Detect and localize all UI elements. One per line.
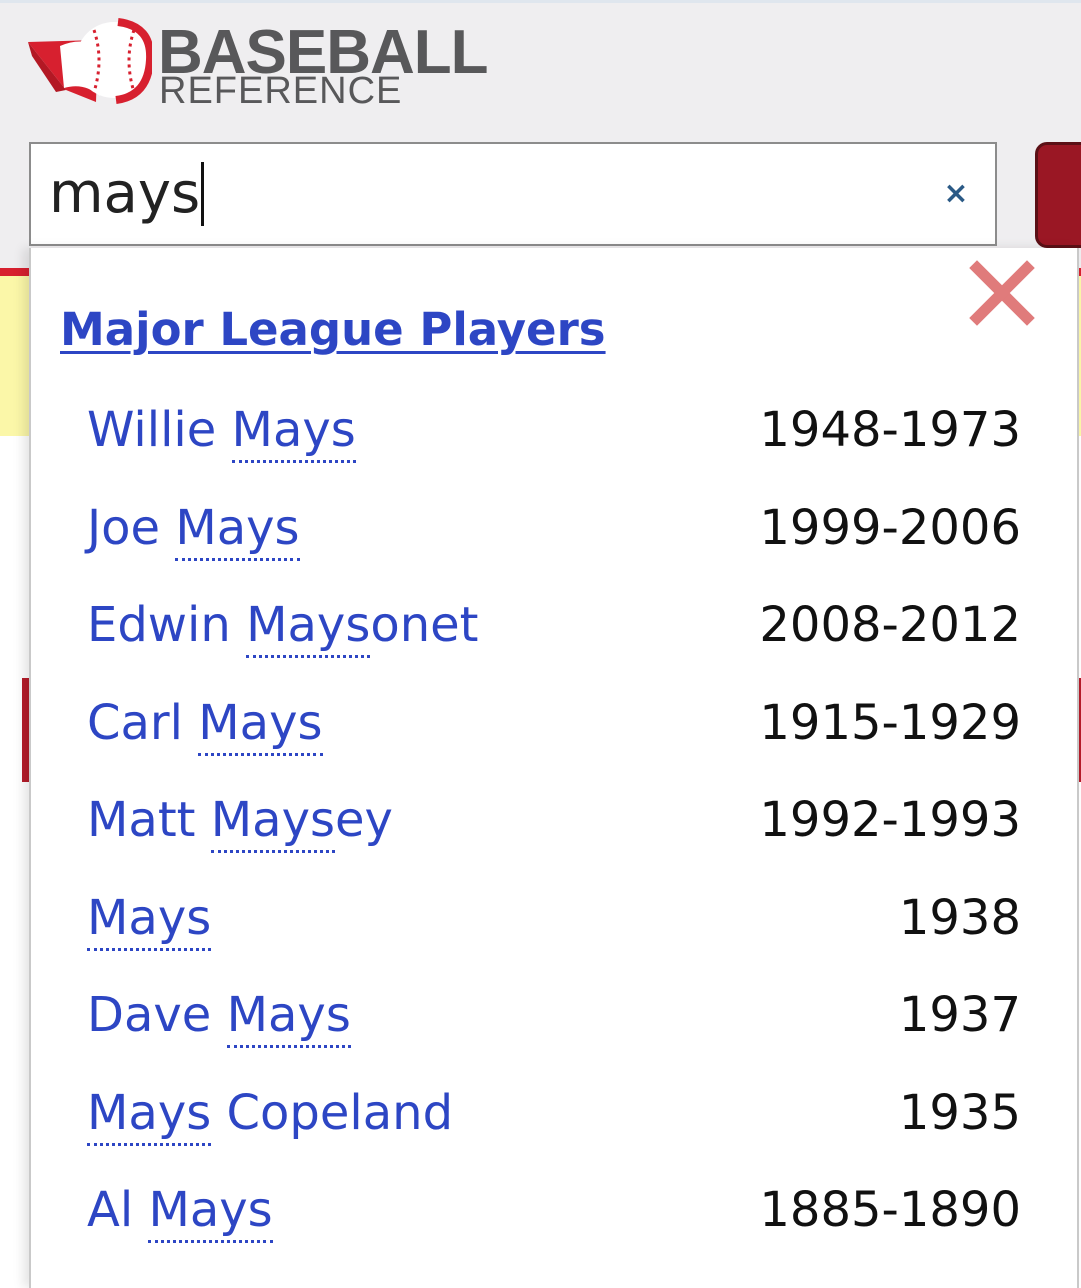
search-input[interactable]: mays × (29, 142, 997, 246)
name-prefix: Carl (87, 694, 199, 751)
search-input-text: mays (49, 161, 205, 226)
player-result-row[interactable]: Mays 1938 (31, 870, 1077, 968)
player-result-row[interactable]: Joe Mays 1999-2006 (31, 480, 1077, 578)
name-suffix: ey (334, 792, 393, 848)
player-name[interactable]: Joe Mays (87, 496, 300, 561)
name-prefix: Edwin (87, 597, 247, 653)
logo-wordmark-secondary: REFERENCE (159, 70, 403, 112)
site-logo[interactable]: BASEBALL REFERENCE (26, 16, 496, 112)
player-results-list: Willie Mays 1948-1973 Joe Mays 1999-2006… (31, 382, 1077, 1260)
close-icon[interactable] (969, 260, 1035, 326)
player-name[interactable]: Willie Mays (87, 398, 356, 463)
name-match-highlight: Mays (148, 1182, 273, 1243)
player-name[interactable]: Mays (87, 886, 212, 951)
name-suffix: onet (370, 597, 479, 653)
player-years: 1937 (898, 987, 1021, 1043)
player-result-row[interactable]: Carl Mays 1915-1929 (31, 675, 1077, 773)
search-query: mays (49, 161, 201, 226)
player-name[interactable]: Carl Mays (87, 691, 323, 756)
player-result-row[interactable]: Edwin Maysonet 2008-2012 (31, 577, 1077, 675)
name-suffix: Copeland (211, 1084, 454, 1141)
player-result-row[interactable]: Matt Maysey 1992-1993 (31, 772, 1077, 870)
player-result-row[interactable]: Mays Copeland 1935 (31, 1065, 1077, 1163)
name-prefix: Joe (87, 499, 176, 556)
section-heading-major-league-players[interactable]: Major League Players (60, 302, 606, 358)
player-name[interactable]: Al Mays (87, 1178, 273, 1243)
name-match-highlight: Mays (210, 792, 335, 853)
baseball-logo-icon (28, 18, 152, 104)
name-prefix: Willie (87, 402, 232, 458)
name-match-highlight: Mays (175, 499, 300, 561)
text-caret (201, 162, 205, 226)
name-prefix: Dave (87, 987, 227, 1043)
player-years: 1999-2006 (759, 499, 1021, 556)
player-years: 1992-1993 (759, 792, 1021, 848)
player-years: 1935 (898, 1084, 1021, 1141)
player-years: 1885-1890 (759, 1182, 1021, 1238)
player-years: 1938 (898, 889, 1021, 946)
player-result-row[interactable]: Al Mays 1885-1890 (31, 1162, 1077, 1260)
name-match-highlight: Mays (231, 402, 356, 463)
name-match-highlight: Mays (87, 889, 212, 951)
clear-search-icon[interactable]: × (941, 176, 971, 212)
player-years: 1915-1929 (759, 694, 1021, 751)
name-match-highlight: Mays (246, 597, 371, 658)
name-prefix: Al (87, 1182, 149, 1238)
top-edge-line (0, 0, 1081, 3)
name-prefix: Matt (87, 792, 211, 848)
player-name[interactable]: Mays Copeland (87, 1081, 454, 1146)
player-name[interactable]: Edwin Maysonet (87, 593, 479, 658)
player-result-row[interactable]: Dave Mays 1937 (31, 967, 1077, 1065)
name-match-highlight: Mays (226, 987, 351, 1048)
player-years: 1948-1973 (759, 402, 1021, 458)
player-result-row[interactable]: Willie Mays 1948-1973 (31, 382, 1077, 480)
player-name[interactable]: Dave Mays (87, 983, 351, 1048)
search-suggestions-dropdown: Major League Players Willie Mays 1948-19… (29, 248, 1079, 1288)
player-name[interactable]: Matt Maysey (87, 788, 393, 853)
search-submit-button[interactable] (1035, 142, 1081, 248)
player-years: 2008-2012 (759, 597, 1021, 653)
name-match-highlight: Mays (198, 694, 323, 756)
name-match-highlight: Mays (87, 1084, 212, 1146)
